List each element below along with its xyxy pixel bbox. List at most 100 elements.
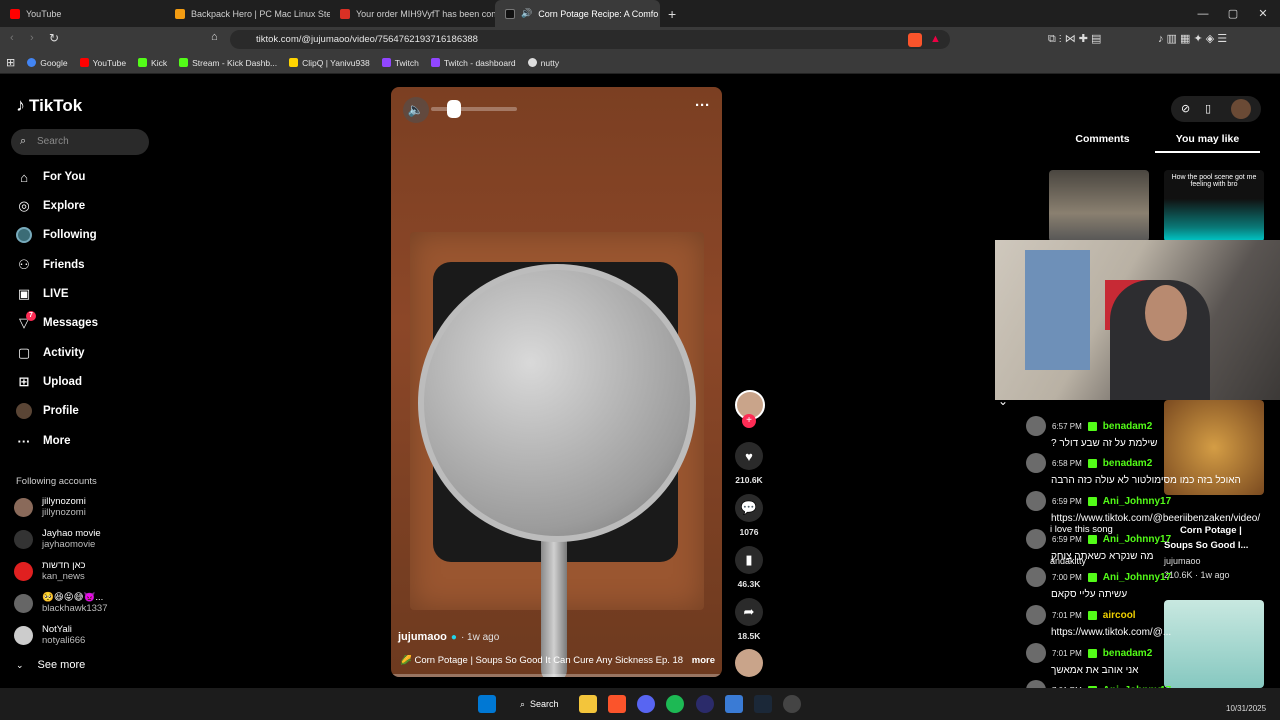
video-progress-bar[interactable] (391, 674, 722, 677)
nav-profile[interactable]: Profile (16, 403, 79, 419)
save-button[interactable]: ▮ 46.3K (735, 546, 763, 589)
browser-tab[interactable]: YouTube (0, 0, 165, 27)
following-account[interactable]: Jayhao movie jayhaomovie (14, 528, 101, 550)
bookmark-twitch[interactable]: Twitch (376, 58, 425, 68)
brave-rewards-icon[interactable]: ▲ (930, 33, 941, 45)
bookmark-youtube[interactable]: YouTube (74, 58, 132, 68)
url-field[interactable]: tiktok.com/@jujumaoo/video/7564762193716… (230, 30, 950, 49)
kick-badge-icon (1087, 534, 1097, 544)
discord-icon[interactable] (637, 695, 655, 713)
sound-avatar[interactable] (735, 649, 763, 677)
nav-more[interactable]: ··· More (16, 433, 71, 449)
spotify-icon[interactable] (666, 695, 684, 713)
maximize-button[interactable]: ▢ (1218, 0, 1248, 27)
twitch-icon (430, 58, 440, 67)
chevron-down-icon[interactable]: ⌄ (998, 394, 1008, 408)
follow-plus-icon[interactable]: + (742, 414, 756, 428)
suggested-video-thumbnail[interactable] (1049, 170, 1149, 242)
toolbar-icons[interactable]: ♪ ▥ ▦ ✦ ◈ ☰ (1158, 32, 1227, 45)
nav-upload[interactable]: ⊞ Upload (16, 374, 82, 390)
account-name: כאן חדשות (42, 560, 86, 571)
app-icon[interactable] (725, 695, 743, 713)
minimize-button[interactable]: — (1188, 0, 1218, 27)
reload-icon[interactable]: ↻ (49, 31, 59, 45)
nav-messages[interactable]: ▽ 7 Messages (16, 311, 98, 331)
account-handle: jillynozomi (42, 507, 86, 518)
compass-icon[interactable]: ⊘ (1181, 102, 1190, 115)
new-tab-button[interactable]: + (660, 6, 684, 22)
avatar[interactable] (1231, 99, 1251, 119)
browser-tab[interactable]: Your order MIH9VyfT has been confir (330, 0, 495, 27)
tab-comments[interactable]: Comments (1050, 133, 1155, 153)
nav-label: Following (43, 229, 97, 241)
app-icon[interactable] (696, 695, 714, 713)
author-avatar-button[interactable]: + (735, 390, 765, 428)
forward-icon[interactable]: › (30, 32, 34, 44)
following-accounts-title: Following accounts (16, 476, 97, 487)
chat-message: 6:57 PM benadam2 ? שילמת על זה שבע דולר (1026, 416, 1157, 449)
search-icon: ⌕ (20, 135, 27, 147)
bookmark-google[interactable]: Google (21, 58, 73, 68)
nav-activity[interactable]: ▢ Activity (16, 345, 85, 361)
taskbar-search[interactable]: ⌕ Search (506, 694, 564, 714)
brave-shield-icon[interactable] (908, 33, 922, 47)
bookmark-kick-dashboard[interactable]: Stream - Kick Dashb... (173, 58, 283, 68)
avatar (14, 625, 33, 645)
tab-you-may-like[interactable]: You may like (1155, 133, 1260, 153)
volume-slider-knob[interactable] (447, 100, 461, 118)
browser-tab-active[interactable]: 🔊Corn Potage Recipe: A Comfo✕ (495, 0, 660, 27)
volume-icon[interactable]: 🔈 (403, 97, 429, 123)
chat-user: Ani_Johnny17 (1102, 571, 1172, 583)
tiktok-note-icon: ♪ (16, 95, 25, 115)
nav-for-you[interactable]: ⌂ For You (16, 169, 85, 185)
comment-button[interactable]: 💬 1076 (735, 494, 763, 537)
search-input[interactable]: ⌕ Search (11, 129, 149, 155)
chat-time: 7:01 PM (1052, 648, 1082, 658)
bookmark-icon[interactable]: ⌂ (211, 31, 218, 43)
bookmark-nutty[interactable]: nutty (522, 58, 565, 68)
friends-icon: ⚇ (18, 257, 30, 272)
nav-explore[interactable]: ◎ Explore (16, 198, 85, 214)
share-button[interactable]: ➦ 18.5K (735, 598, 763, 641)
nav-following[interactable]: Following (16, 227, 97, 243)
account-handle: kan_news (42, 571, 85, 582)
profile-icon (16, 403, 32, 419)
video-player[interactable]: 🔈 ··· jujumaoo ● · 1w ago 🌽 Corn Potage … (391, 87, 722, 677)
obs-icon[interactable] (783, 695, 801, 713)
bookmark-clipq[interactable]: ClipQ | Yanivu938 (283, 58, 376, 68)
following-account[interactable]: כאן חדשות kan_news (14, 560, 86, 582)
tiktok-logo[interactable]: ♪ TikTok (16, 95, 82, 116)
following-account[interactable]: jillynozomi jillynozomi (14, 496, 86, 518)
bookmark-twitch-dashboard[interactable]: Twitch - dashboard (425, 58, 522, 68)
suggested-video-thumbnail[interactable] (1164, 600, 1264, 688)
file-explorer-icon[interactable] (579, 695, 597, 713)
nav-friends[interactable]: ⚇ Friends (16, 257, 84, 273)
twitch-icon (381, 58, 391, 67)
device-icon[interactable]: ▯ (1205, 102, 1211, 115)
video-more-options-icon[interactable]: ··· (695, 97, 710, 114)
chat-message: 6:58 PM benadam2 האוכל בזה כמו מסימולטור ל… (1026, 453, 1241, 486)
suggested-video-thumbnail[interactable]: How the pool scene got me feeling with b… (1164, 170, 1264, 242)
apps-icon[interactable]: ⊞ (0, 56, 21, 69)
see-more-link[interactable]: ⌄ See more (16, 659, 85, 671)
back-icon[interactable]: ‹ (10, 32, 14, 44)
volume-slider[interactable] (431, 107, 517, 111)
nav-live[interactable]: ▣ LIVE (16, 286, 69, 302)
close-window-button[interactable]: ✕ (1248, 0, 1278, 27)
following-account[interactable]: 🥺😆😝😅👿... blackhawk1337 (14, 592, 108, 614)
nav-label: Activity (43, 347, 85, 359)
extensions-icon[interactable]: ⧉ ⫶ ⋈ ✚ ▤ (1048, 32, 1101, 46)
following-account[interactable]: NotYali notyali666 (14, 624, 85, 646)
steam-icon[interactable] (754, 695, 772, 713)
chat-message: 6:59 PM Ani_Johnny17 מה שנקרא כשאתה צוחק (1026, 529, 1171, 562)
like-button[interactable]: ♥ 210.6K (735, 442, 763, 485)
brave-browser-icon[interactable] (608, 695, 626, 713)
caption-more-button[interactable]: more (692, 655, 715, 666)
bookmark-kick[interactable]: Kick (132, 58, 173, 68)
nav-label: LIVE (43, 288, 69, 300)
chat-text: אני אוהב את אמאשך (1051, 665, 1139, 676)
author-name[interactable]: jujumaoo (398, 631, 447, 643)
windows-start-icon[interactable] (478, 695, 496, 713)
browser-tab[interactable]: Backpack Hero | PC Mac Linux Steam (165, 0, 330, 27)
video-author[interactable]: jujumaoo ● · 1w ago (398, 631, 499, 643)
